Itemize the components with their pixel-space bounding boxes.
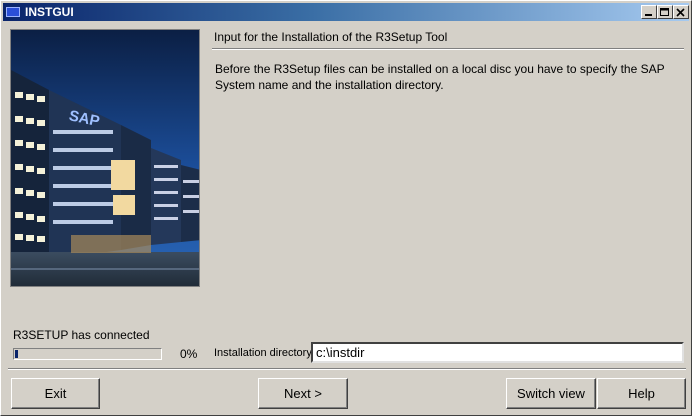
installation-directory-label: Installation directory [214, 347, 312, 359]
progress-bar [13, 348, 162, 360]
app-icon [6, 7, 20, 17]
progress-fill [15, 350, 18, 358]
title-bar[interactable]: INSTGUI [3, 3, 689, 21]
instruction-text: Before the R3Setup files can be installe… [215, 62, 665, 92]
exit-button[interactable]: Exit [11, 378, 100, 409]
next-button[interactable]: Next > [258, 378, 348, 409]
help-button[interactable]: Help [597, 378, 686, 409]
page-title: Input for the Installation of the R3Setu… [214, 30, 448, 44]
sap-building-image: SAP [10, 29, 200, 287]
header-divider [212, 48, 684, 50]
close-icon [676, 8, 685, 17]
switch-view-button[interactable]: Switch view [506, 378, 596, 409]
installer-window: INSTGUI SAP Input for the Installation o… [0, 0, 692, 416]
maximize-icon [660, 8, 669, 16]
maximize-button[interactable] [657, 5, 673, 19]
progress-percent: 0% [180, 347, 198, 361]
window-title: INSTGUI [25, 5, 74, 19]
installation-directory-input[interactable] [311, 342, 684, 363]
close-button[interactable] [673, 5, 689, 19]
minimize-icon [645, 14, 652, 16]
connection-status: R3SETUP has connected [13, 328, 150, 342]
minimize-button[interactable] [641, 5, 657, 19]
button-divider [8, 368, 686, 370]
